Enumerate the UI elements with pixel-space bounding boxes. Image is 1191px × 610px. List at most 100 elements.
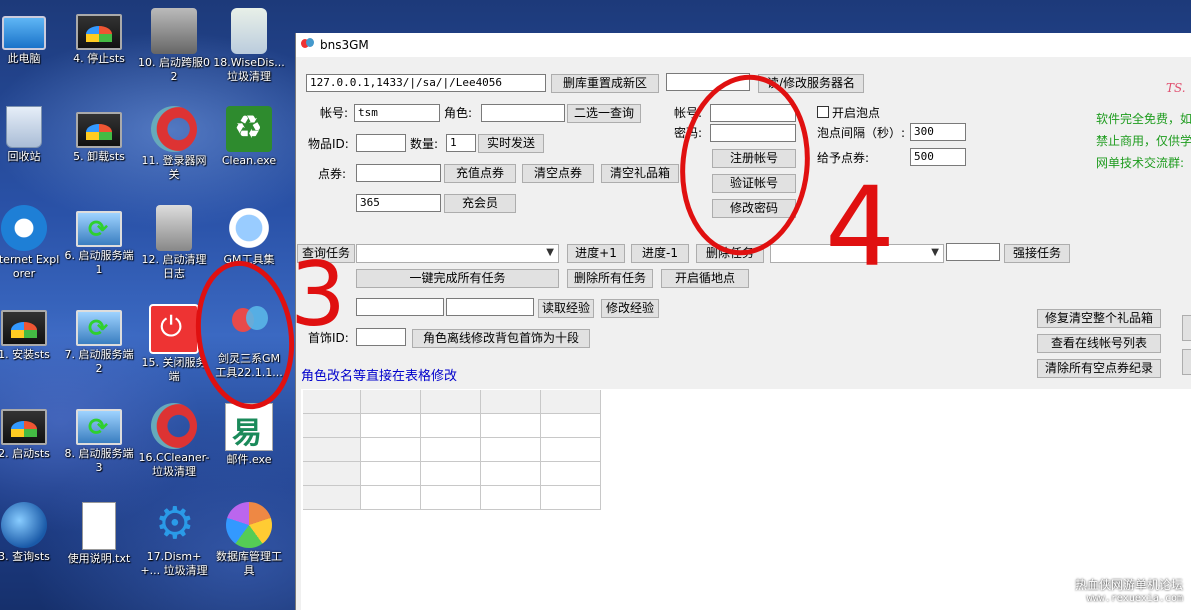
right-note-3: 禁止商用，仅供学 <box>1096 134 1191 148</box>
head-id-input[interactable] <box>356 328 406 346</box>
desktop-icon-readme[interactable]: 使用说明.txt <box>63 502 135 566</box>
desktop-icon-start-sts[interactable]: 2. 启动sts <box>0 403 60 461</box>
desktop-icon-install-sts[interactable]: 1. 安装sts <box>0 304 60 362</box>
member-button[interactable]: 充会员 <box>444 194 516 213</box>
title-bar[interactable]: bns3GM <box>296 33 1191 57</box>
side-button-2[interactable] <box>1182 349 1191 375</box>
grid-cell[interactable] <box>421 414 481 438</box>
task-select-2[interactable]: ▼ <box>770 244 944 263</box>
desktop-icon-clean-log[interactable]: 12. 启动清理日志 <box>138 205 210 281</box>
desktop-icon-wisedisk[interactable]: 18.WiseDis... 垃圾清理 <box>213 8 285 84</box>
grid-cell[interactable] <box>541 462 601 486</box>
item-id-input[interactable] <box>356 134 406 152</box>
desktop-icon-uninstall-sts[interactable]: 5. 卸载sts <box>63 106 135 164</box>
progress-minus-button[interactable]: 进度-1 <box>631 244 689 263</box>
complete-all-tasks-button[interactable]: 一键完成所有任务 <box>356 269 559 288</box>
modify-head-button[interactable]: 角色离线修改背包首饰为十段 <box>412 329 590 348</box>
account-input[interactable]: tsm <box>354 104 440 122</box>
desktop-icon-mail[interactable]: 邮件.exe <box>213 403 285 467</box>
grid-cell[interactable] <box>541 486 601 510</box>
grid-cell[interactable] <box>421 486 481 510</box>
task-id-input[interactable] <box>946 243 1000 261</box>
grid-cell[interactable] <box>361 438 421 462</box>
exp-input-2[interactable] <box>446 298 534 316</box>
grid-header-cell[interactable] <box>481 390 541 414</box>
desktop-icon-clean-exe[interactable]: Clean.exe <box>213 106 285 168</box>
points-input[interactable] <box>356 164 441 182</box>
give-points-input[interactable]: 500 <box>910 148 966 166</box>
grid-header-cell[interactable] <box>541 390 601 414</box>
grid-header-cell[interactable] <box>303 390 361 414</box>
quantity-input[interactable]: 1 <box>446 134 476 152</box>
query-button[interactable]: 二选一查询 <box>567 104 641 123</box>
grid-cell[interactable] <box>361 414 421 438</box>
grid-cell[interactable] <box>421 462 481 486</box>
task-select[interactable]: ▼ <box>356 244 559 263</box>
register-account-button[interactable]: 注册帐号 <box>712 149 796 168</box>
account2-input[interactable] <box>710 104 796 122</box>
desktop-icon-shutdown-server[interactable]: 15. 关闭服务端 <box>138 304 210 384</box>
exp-input-1[interactable] <box>356 298 444 316</box>
desktop-icon-this-pc[interactable]: 此电脑 <box>0 8 60 66</box>
online-list-button[interactable]: 查看在线帐号列表 <box>1037 334 1161 353</box>
side-button-1[interactable] <box>1182 315 1191 341</box>
modify-exp-button[interactable]: 修改经验 <box>601 299 659 318</box>
clear-points-button[interactable]: 清空点券 <box>522 164 594 183</box>
delete-all-tasks-button[interactable]: 删除所有任务 <box>567 269 653 288</box>
change-password-button[interactable]: 修改密码 <box>712 199 796 218</box>
role-input[interactable] <box>481 104 565 122</box>
desktop-icon-cross-server[interactable]: 10. 启动跨服02 <box>138 8 210 84</box>
grid-cell[interactable] <box>481 486 541 510</box>
desktop-icon-server3[interactable]: 8. 启动服务端3 <box>63 403 135 475</box>
desktop-icon-gm-tools[interactable]: GM工具集 <box>213 205 285 267</box>
verify-account-button[interactable]: 验证帐号 <box>712 174 796 193</box>
grid-cell[interactable] <box>541 414 601 438</box>
clear-giftbox-button[interactable]: 清空礼品箱 <box>601 164 679 183</box>
force-task-button[interactable]: 强接任务 <box>1004 244 1070 263</box>
trash-icon <box>156 205 192 251</box>
grid-header-cell[interactable] <box>421 390 481 414</box>
delete-task-button[interactable]: 删除任务 <box>696 244 764 263</box>
reset-db-button[interactable]: 删库重置成新区 <box>551 74 659 93</box>
desktop-icon-recycle-bin[interactable]: 回收站 <box>0 106 60 164</box>
desktop-icon-ie[interactable]: Internet Explorer <box>0 205 60 281</box>
bubble-interval-input[interactable]: 300 <box>910 123 966 141</box>
grid-cell[interactable] <box>303 414 361 438</box>
grid-cell[interactable] <box>303 486 361 510</box>
grid-cell[interactable] <box>303 462 361 486</box>
desktop-icon-login-gateway[interactable]: 11. 登录器网关 <box>138 106 210 182</box>
grid-cell[interactable] <box>421 438 481 462</box>
grid-cell[interactable] <box>481 438 541 462</box>
desktop-icon-bns-gm[interactable]: 剑灵三系GM工具22.1.1... <box>213 304 285 380</box>
open-loop-button[interactable]: 开启循地点 <box>661 269 749 288</box>
query-task-button[interactable]: 查询任务 <box>297 244 355 263</box>
password-input[interactable] <box>710 124 796 142</box>
grid-cell[interactable] <box>481 462 541 486</box>
desktop-icon-query-sts[interactable]: 3. 查询sts <box>0 502 60 564</box>
recharge-points-button[interactable]: 充值点券 <box>444 164 516 183</box>
grid-cell[interactable] <box>541 438 601 462</box>
progress-plus-button[interactable]: 进度+1 <box>567 244 625 263</box>
send-button[interactable]: 实时发送 <box>478 134 544 153</box>
desktop-icon-server1[interactable]: 6. 启动服务端1 <box>63 205 135 277</box>
read-exp-button[interactable]: 读取经验 <box>538 299 594 318</box>
bubble-checkbox[interactable] <box>817 106 829 118</box>
connection-input[interactable]: 127.0.0.1,1433/|/sa/|/Lee4056 <box>306 74 546 92</box>
rename-server-button[interactable]: 读/修改服务器名 <box>758 74 864 93</box>
desktop-icon-db-manager[interactable]: 数据库管理工具 <box>213 502 285 578</box>
server-name-input[interactable] <box>666 73 750 91</box>
grid-cell[interactable] <box>303 438 361 462</box>
desktop-icon-server2[interactable]: 7. 启动服务端2 <box>63 304 135 376</box>
clear-empty-points-button[interactable]: 清除所有空点券纪录 <box>1037 359 1161 378</box>
grid-cell[interactable] <box>361 486 421 510</box>
desktop-icon-dism[interactable]: 17.Dism++... 垃圾清理 <box>138 498 210 578</box>
desktop-icon-stop-sts[interactable]: 4. 停止sts <box>63 8 135 66</box>
repair-giftbox-button[interactable]: 修复清空整个礼品箱 <box>1037 309 1161 328</box>
grid-cell[interactable] <box>481 414 541 438</box>
gm-tools-icon <box>226 205 272 251</box>
data-grid[interactable] <box>303 390 601 510</box>
desktop-icon-ccleaner[interactable]: 16.CCleaner-垃圾清理 <box>138 403 210 479</box>
grid-header-cell[interactable] <box>361 390 421 414</box>
grid-cell[interactable] <box>361 462 421 486</box>
member-days-input[interactable]: 365 <box>356 194 441 212</box>
